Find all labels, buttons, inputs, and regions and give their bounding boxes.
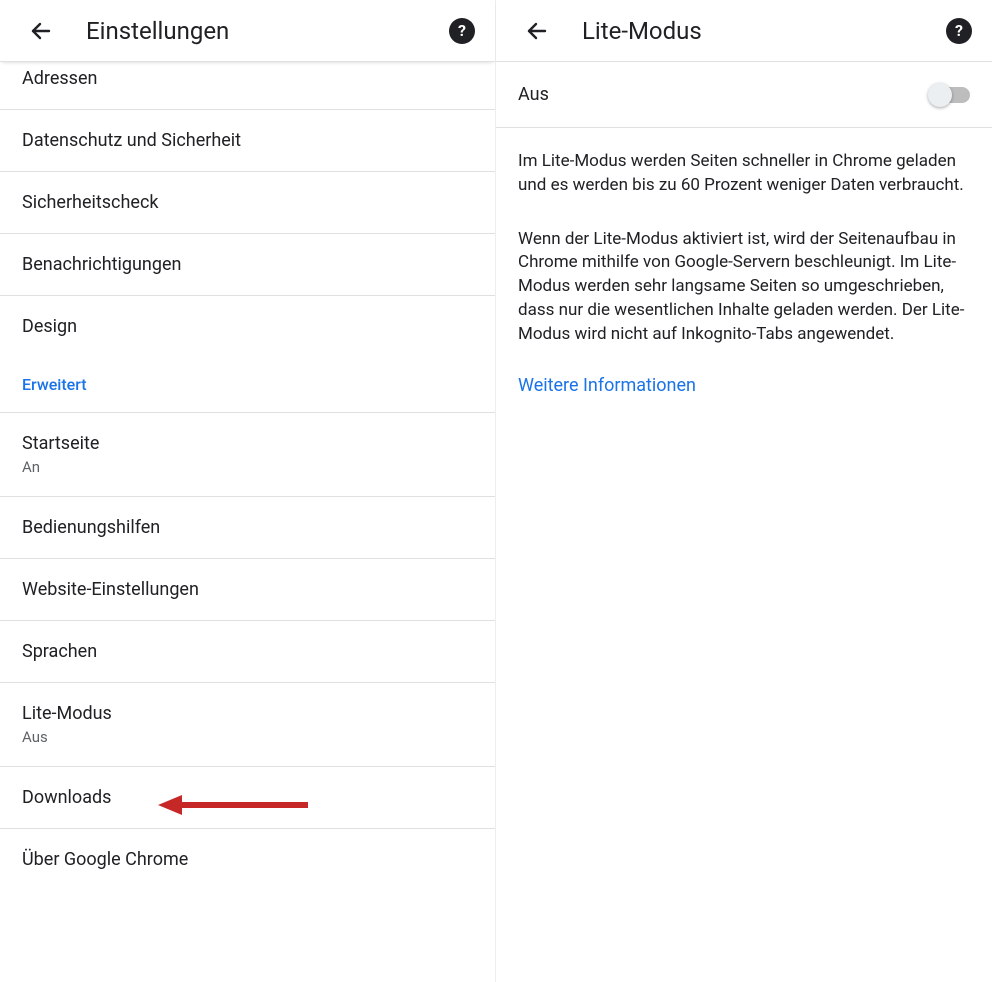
help-icon: ? <box>955 21 963 40</box>
section-advanced: Erweitert <box>0 357 495 412</box>
toggle-label: Aus <box>518 84 549 105</box>
settings-list[interactable]: Adressen Datenschutz und Sicherheit Sich… <box>0 62 495 982</box>
help-button[interactable]: ? <box>449 18 475 44</box>
page-title: Lite-Modus <box>582 17 702 45</box>
item-label: Design <box>22 316 473 337</box>
item-label: Website-Einstellungen <box>22 579 473 600</box>
back-button[interactable] <box>22 12 60 50</box>
item-label: Startseite <box>22 433 473 454</box>
item-label: Benachrichtigungen <box>22 254 473 275</box>
settings-item-downloads[interactable]: Downloads <box>0 767 495 829</box>
settings-item-site-settings[interactable]: Website-Einstellungen <box>0 559 495 621</box>
item-label: Downloads <box>22 787 473 808</box>
back-button[interactable] <box>518 12 556 50</box>
settings-pane: Einstellungen ? Adressen Datenschutz und… <box>0 0 496 982</box>
help-icon: ? <box>458 21 466 40</box>
link-label: Weitere Informationen <box>518 375 696 396</box>
settings-item-accessibility[interactable]: Bedienungshilfen <box>0 497 495 559</box>
lite-mode-description-2: Wenn der Lite-Modus aktiviert ist, wird … <box>496 198 992 347</box>
item-value: An <box>22 458 473 476</box>
item-label: Lite-Modus <box>22 703 473 724</box>
item-label: Über Google Chrome <box>22 849 473 870</box>
settings-item-languages[interactable]: Sprachen <box>0 621 495 683</box>
section-label: Erweitert <box>22 375 87 394</box>
arrow-left-icon <box>525 19 549 43</box>
settings-item-notifications[interactable]: Benachrichtigungen <box>0 234 495 296</box>
settings-item-privacy[interactable]: Datenschutz und Sicherheit <box>0 110 495 172</box>
settings-item-safety-check[interactable]: Sicherheitscheck <box>0 172 495 234</box>
arrow-left-icon <box>29 19 53 43</box>
lite-mode-description-1: Im Lite-Modus werden Seiten schneller in… <box>496 128 992 198</box>
settings-item-about[interactable]: Über Google Chrome <box>0 829 495 890</box>
lite-mode-toggle-row[interactable]: Aus <box>496 62 992 128</box>
settings-header: Einstellungen ? <box>0 0 495 62</box>
lite-mode-pane: Lite-Modus ? Aus Im Lite-Modus werden Se… <box>496 0 992 982</box>
help-button[interactable]: ? <box>946 18 972 44</box>
page-title: Einstellungen <box>86 17 229 45</box>
item-label: Sicherheitscheck <box>22 192 473 213</box>
item-label: Bedienungshilfen <box>22 517 473 538</box>
item-label: Datenschutz und Sicherheit <box>22 130 473 151</box>
settings-item-homepage[interactable]: Startseite An <box>0 412 495 497</box>
item-label: Adressen <box>22 68 473 89</box>
switch-knob <box>928 83 952 107</box>
settings-item-addresses[interactable]: Adressen <box>0 62 495 110</box>
settings-item-design[interactable]: Design <box>0 296 495 357</box>
item-value: Aus <box>22 728 473 746</box>
settings-item-lite-mode[interactable]: Lite-Modus Aus <box>0 683 495 767</box>
item-label: Sprachen <box>22 641 473 662</box>
lite-mode-switch[interactable] <box>930 87 970 103</box>
more-info-link[interactable]: Weitere Informationen <box>496 347 992 396</box>
lite-mode-header: Lite-Modus ? <box>496 0 992 62</box>
